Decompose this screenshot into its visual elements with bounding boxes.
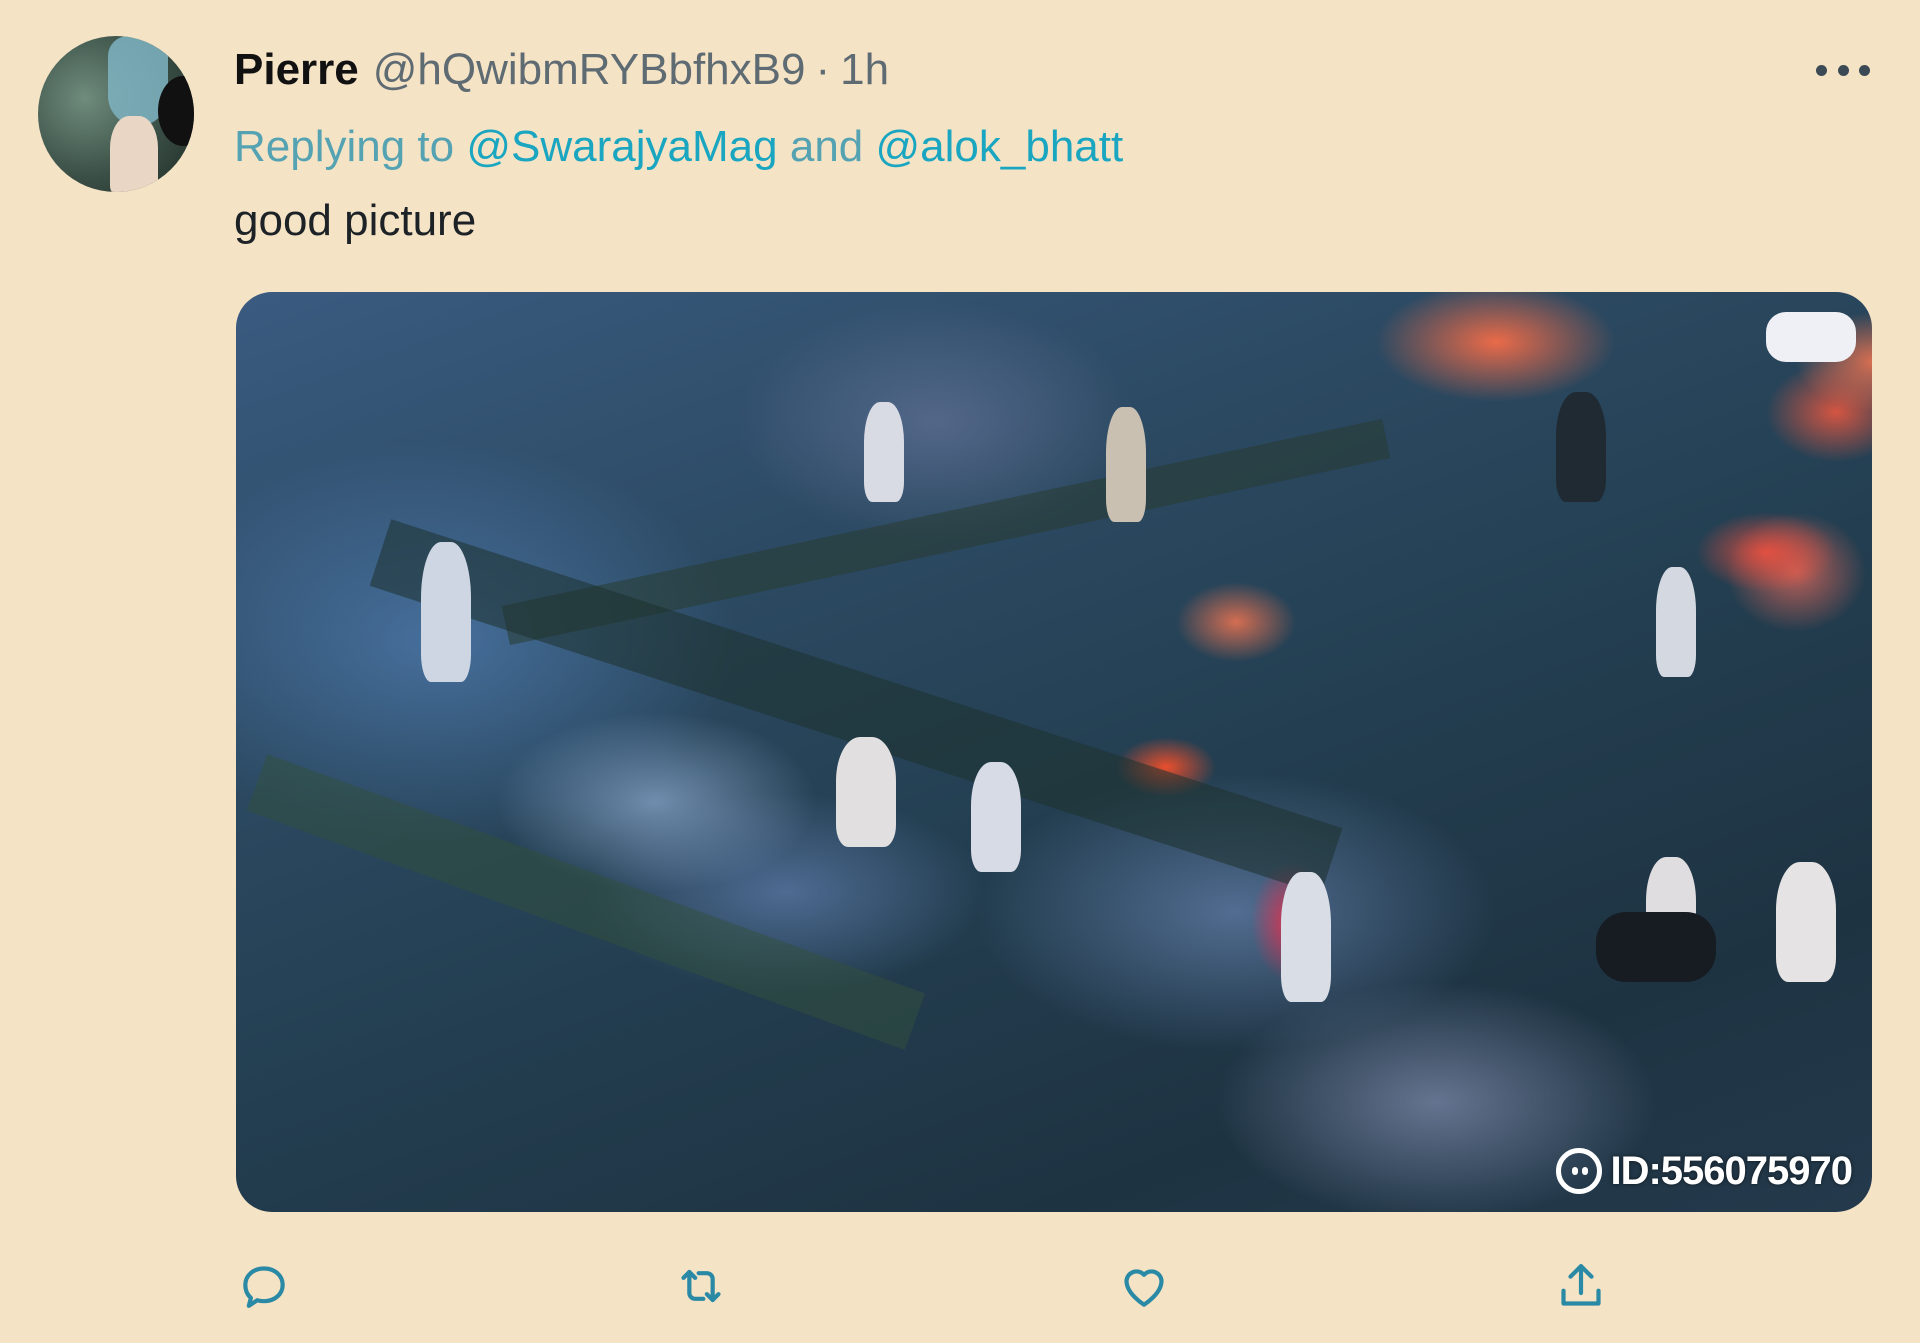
media-detail xyxy=(1766,312,1856,362)
media-detail xyxy=(1281,872,1331,1002)
retweet-icon xyxy=(681,1269,721,1303)
mention-link[interactable]: @SwarajyaMag xyxy=(466,122,777,171)
watermark-logo-icon xyxy=(1556,1148,1603,1194)
replying-to-label: Replying to xyxy=(234,122,455,171)
tweet: Pierre @hQwibmRYBbfhxB9 · 1h Replying to… xyxy=(0,0,1920,1343)
author-handle[interactable]: @hQwibmRYBbfhxB9 xyxy=(373,45,806,95)
mention-link[interactable]: @alok_bhatt xyxy=(876,122,1124,171)
tweet-time[interactable]: 1h xyxy=(840,45,889,95)
more-dot xyxy=(1837,64,1849,76)
tweet-actions xyxy=(0,1256,1920,1316)
replying-to-conjunction: and xyxy=(789,122,864,171)
media-detail xyxy=(1106,407,1146,522)
like-button[interactable] xyxy=(1114,1256,1174,1316)
avatar-shape xyxy=(110,116,158,192)
reply-button[interactable] xyxy=(234,1256,294,1316)
author-name[interactable]: Pierre xyxy=(234,45,359,95)
share-button[interactable] xyxy=(1551,1256,1611,1316)
more-dots-icon[interactable] xyxy=(1816,52,1870,88)
more-dot xyxy=(1816,64,1827,76)
media-detail xyxy=(1596,912,1716,982)
header-separator: · xyxy=(815,45,831,94)
media-detail xyxy=(971,762,1021,872)
replying-to: Replying to @SwarajyaMag and @alok_bhatt xyxy=(234,122,1123,172)
retweet-button[interactable] xyxy=(671,1256,731,1316)
heart-icon xyxy=(1124,1269,1164,1307)
media-detail xyxy=(1776,862,1836,982)
tweet-media-image[interactable]: ID:556075970 xyxy=(236,292,1872,1212)
tweet-text: good picture xyxy=(234,196,477,245)
media-detail xyxy=(421,542,471,682)
media-detail xyxy=(1556,392,1606,502)
media-detail xyxy=(246,754,926,1050)
watermark-id: ID:556075970 xyxy=(1610,1148,1853,1193)
media-detail xyxy=(836,737,896,847)
tweet-header: Pierre @hQwibmRYBbfhxB9 · 1h xyxy=(234,44,889,96)
reply-icon xyxy=(243,1266,285,1308)
avatar[interactable] xyxy=(38,36,194,192)
media-detail xyxy=(864,402,904,502)
more-dot xyxy=(1859,64,1870,76)
media-detail xyxy=(1656,567,1696,677)
share-icon xyxy=(1561,1264,1601,1306)
media-watermark: ID:556075970 xyxy=(1556,1148,1853,1194)
